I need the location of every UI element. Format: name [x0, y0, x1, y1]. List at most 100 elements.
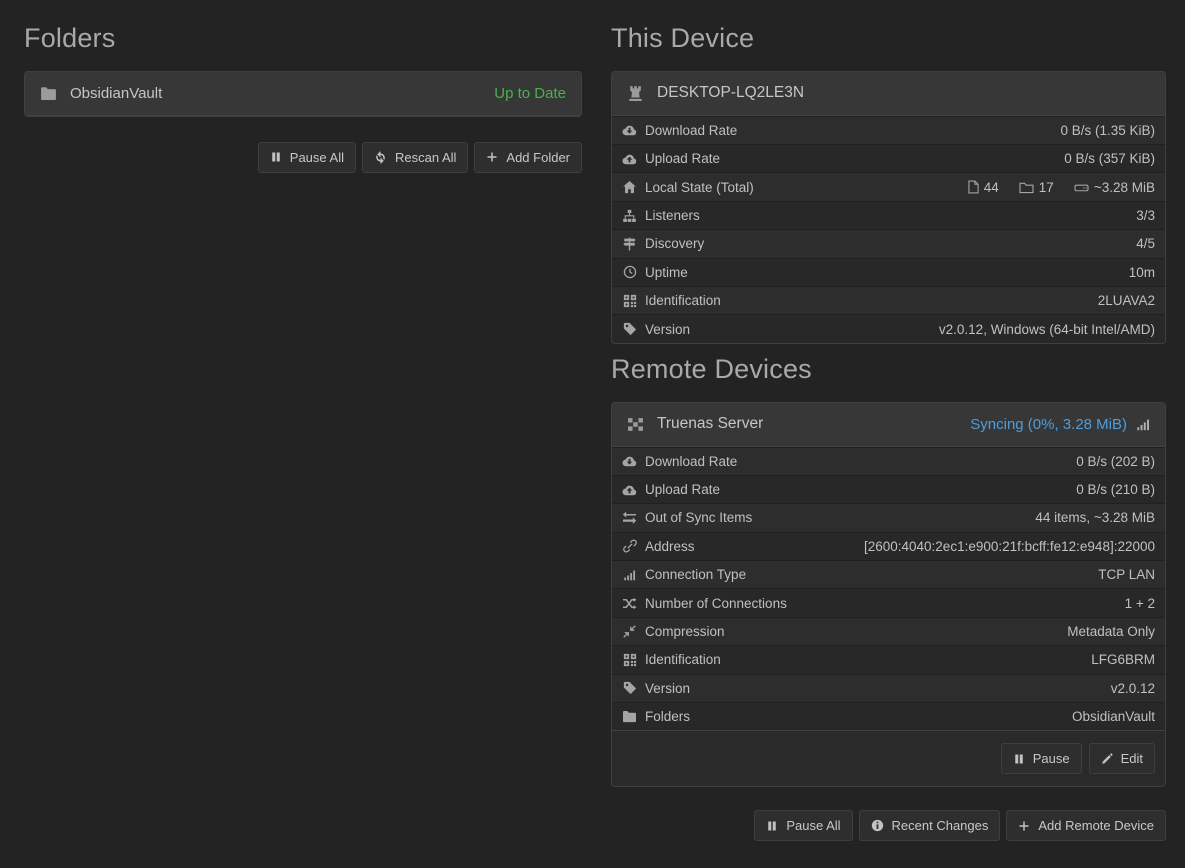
- row-version[interactable]: Version v2.0.12, Windows (64-bit Intel/A…: [612, 314, 1165, 342]
- row-value: 0 B/s (1.35 KiB): [1060, 123, 1155, 138]
- files-count: 44: [984, 180, 999, 195]
- pause-all-devices-label: Pause All: [786, 818, 840, 833]
- row-label: Compression: [645, 624, 725, 639]
- cloud-upload-icon: [622, 153, 637, 165]
- row-label: Folders: [645, 709, 690, 724]
- folder-row-obsidianvault[interactable]: ObsidianVault Up to Date: [25, 72, 581, 116]
- recent-changes-button[interactable]: Recent Changes: [859, 810, 1001, 841]
- device-id-link[interactable]: 2LUAVA2: [1098, 293, 1155, 308]
- pause-device-button[interactable]: Pause: [1001, 743, 1082, 774]
- link-icon: [622, 539, 637, 553]
- dirs-count-group: 17: [1019, 180, 1054, 195]
- row-label: Discovery: [645, 236, 704, 251]
- this-device-header[interactable]: DESKTOP-LQ2LE3N: [612, 72, 1165, 116]
- syncing-status-text: Syncing (0%, 3.28 MiB): [970, 416, 1127, 433]
- folder-name: ObsidianVault: [70, 85, 162, 102]
- files-count-group: 44: [968, 180, 999, 195]
- row-remote-identification[interactable]: Identification LFG6BRM: [612, 645, 1165, 673]
- remote-device-icon: [627, 416, 644, 433]
- refresh-icon: [374, 151, 387, 164]
- row-remote-folders[interactable]: Folders ObsidianVault: [612, 702, 1165, 730]
- dirs-count: 17: [1039, 180, 1054, 195]
- row-num-connections[interactable]: Number of Connections 1 + 2: [612, 588, 1165, 616]
- add-folder-label: Add Folder: [506, 150, 570, 165]
- size-group: ~3.28 MiB: [1074, 180, 1155, 195]
- row-value: TCP LAN: [1098, 567, 1155, 582]
- row-label: Version: [645, 322, 690, 337]
- add-folder-button[interactable]: Add Folder: [474, 142, 582, 173]
- pause-label: Pause: [1033, 751, 1070, 766]
- edit-label: Edit: [1121, 751, 1143, 766]
- row-value: 4/5: [1136, 236, 1155, 251]
- qrcode-icon: [622, 653, 637, 667]
- syncthing-dashboard: Folders ObsidianVault Up to Date Pause A…: [0, 0, 1185, 841]
- folders-column: Folders ObsidianVault Up to Date Pause A…: [24, 13, 582, 841]
- rescan-all-button[interactable]: Rescan All: [362, 142, 468, 173]
- row-identification[interactable]: Identification 2LUAVA2: [612, 286, 1165, 314]
- row-value: 3/3: [1136, 208, 1155, 223]
- rook-icon: [627, 85, 644, 102]
- row-label: Upload Rate: [645, 482, 720, 497]
- pause-all-devices-button[interactable]: Pause All: [754, 810, 852, 841]
- folders-heading: Folders: [24, 24, 582, 54]
- row-compression[interactable]: Compression Metadata Only: [612, 617, 1165, 645]
- hdd-icon: [1074, 181, 1089, 194]
- row-upload-rate[interactable]: Upload Rate 0 B/s (357 KiB): [612, 144, 1165, 172]
- remote-device-status: Syncing (0%, 3.28 MiB): [970, 416, 1150, 433]
- row-local-state[interactable]: Local State (Total) 44 17: [612, 172, 1165, 200]
- this-device-heading: This Device: [611, 24, 1166, 54]
- row-value: 0 B/s (210 B): [1076, 482, 1155, 497]
- plus-icon: [486, 151, 498, 163]
- row-label: Download Rate: [645, 123, 737, 138]
- folder-icon: [40, 85, 57, 102]
- signal-bars-icon: [1136, 418, 1150, 431]
- pause-all-folders-button[interactable]: Pause All: [258, 142, 356, 173]
- info-circle-icon: [871, 819, 884, 832]
- devices-column: This Device DESKTOP-LQ2LE3N Download Rat…: [611, 13, 1166, 841]
- remote-devices-actions: Pause All Recent Changes Add Remote Devi…: [611, 810, 1166, 841]
- row-label: Uptime: [645, 265, 688, 280]
- row-value: 0 B/s (357 KiB): [1064, 151, 1155, 166]
- row-label: Local State (Total): [645, 180, 754, 195]
- add-remote-device-button[interactable]: Add Remote Device: [1006, 810, 1166, 841]
- row-label: Address: [645, 539, 695, 554]
- this-device-panel: DESKTOP-LQ2LE3N Download Rate 0 B/s (1.3…: [611, 71, 1166, 344]
- tag-icon: [622, 681, 637, 695]
- cloud-download-icon: [622, 124, 637, 136]
- row-listeners[interactable]: Listeners 3/3: [612, 201, 1165, 229]
- row-address[interactable]: Address [2600:4040:2ec1:e900:21f:bcff:fe…: [612, 532, 1165, 560]
- row-remote-upload-rate[interactable]: Upload Rate 0 B/s (210 B): [612, 475, 1165, 503]
- local-state-size: ~3.28 MiB: [1094, 180, 1155, 195]
- row-out-of-sync[interactable]: Out of Sync Items 44 items, ~3.28 MiB: [612, 503, 1165, 531]
- recent-changes-label: Recent Changes: [892, 818, 989, 833]
- pause-icon: [766, 820, 778, 832]
- row-label: Number of Connections: [645, 596, 787, 611]
- row-label: Download Rate: [645, 454, 737, 469]
- remote-device-id-link[interactable]: LFG6BRM: [1091, 652, 1155, 667]
- this-device-name: DESKTOP-LQ2LE3N: [657, 84, 804, 102]
- row-connection-type[interactable]: Connection Type TCP LAN: [612, 560, 1165, 588]
- row-uptime[interactable]: Uptime 10m: [612, 258, 1165, 286]
- remote-device-header[interactable]: Truenas Server Syncing (0%, 3.28 MiB): [612, 403, 1165, 447]
- row-label: Out of Sync Items: [645, 510, 752, 525]
- rescan-all-label: Rescan All: [395, 150, 456, 165]
- signpost-icon: [622, 237, 637, 251]
- row-remote-download-rate[interactable]: Download Rate 0 B/s (202 B): [612, 447, 1165, 475]
- row-download-rate[interactable]: Download Rate 0 B/s (1.35 KiB): [612, 116, 1165, 144]
- clock-icon: [622, 265, 637, 279]
- row-value: ObsidianVault: [1072, 709, 1155, 724]
- out-of-sync-link[interactable]: 44 items, ~3.28 MiB: [1035, 510, 1155, 525]
- folder-icon: [622, 710, 637, 723]
- row-remote-version[interactable]: Version v2.0.12: [612, 674, 1165, 702]
- compress-icon: [622, 625, 637, 638]
- row-value: 1 + 2: [1125, 596, 1155, 611]
- remote-device-actions: Pause Edit: [612, 730, 1165, 786]
- edit-device-button[interactable]: Edit: [1089, 743, 1155, 774]
- remote-device-panel: Truenas Server Syncing (0%, 3.28 MiB) Do…: [611, 402, 1166, 788]
- pause-icon: [1013, 753, 1025, 765]
- tag-icon: [622, 322, 637, 336]
- row-discovery[interactable]: Discovery 4/5: [612, 229, 1165, 257]
- row-label: Connection Type: [645, 567, 746, 582]
- row-label: Identification: [645, 293, 721, 308]
- row-label: Version: [645, 681, 690, 696]
